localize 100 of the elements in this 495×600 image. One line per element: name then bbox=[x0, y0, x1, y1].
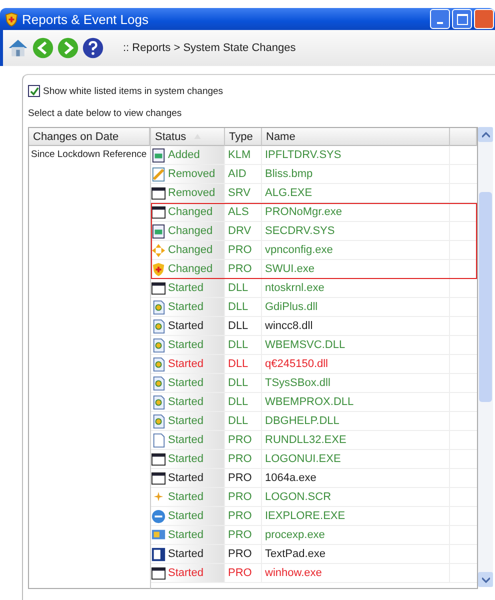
close-button[interactable] bbox=[474, 9, 494, 29]
type-cell: PRO bbox=[225, 564, 262, 582]
column-header[interactable]: Status bbox=[151, 128, 225, 146]
status-text: Removed bbox=[168, 187, 216, 199]
name-cell: IPFLTDRV.SYS bbox=[262, 146, 450, 164]
home-icon[interactable] bbox=[7, 37, 29, 59]
document-icon bbox=[151, 432, 166, 448]
name-cell: PRONoMgr.exe bbox=[262, 203, 450, 221]
window-icon bbox=[151, 204, 166, 220]
name-cell: WBEMPROX.DLL bbox=[262, 393, 450, 411]
window-icon bbox=[151, 186, 166, 200]
type-cell: PRO bbox=[225, 545, 262, 563]
type-cell: SRV bbox=[225, 184, 262, 202]
shield-icon bbox=[151, 262, 166, 276]
sort-arrow-icon bbox=[194, 134, 202, 139]
type-cell: DLL bbox=[225, 412, 262, 430]
shield-icon bbox=[5, 12, 18, 26]
maximize-button[interactable] bbox=[452, 9, 472, 29]
status-text: Started bbox=[168, 567, 204, 579]
status-text: Started bbox=[168, 510, 204, 522]
type-cell: PRO bbox=[225, 431, 262, 449]
window-icon bbox=[151, 452, 166, 466]
paint-icon bbox=[151, 166, 166, 182]
type-cell: PRO bbox=[225, 469, 262, 487]
status-text: Started bbox=[168, 529, 204, 541]
window-icon bbox=[151, 470, 166, 486]
status-text: Changed bbox=[168, 206, 213, 218]
type-cell: PRO bbox=[225, 526, 262, 544]
name-cell: winhow.exe bbox=[262, 564, 450, 582]
status-text: Added bbox=[168, 149, 200, 161]
status-text: Started bbox=[168, 472, 204, 484]
status-text: Started bbox=[168, 453, 204, 465]
type-cell: ALS bbox=[225, 203, 262, 221]
type-cell: PRO bbox=[225, 450, 262, 468]
type-cell: PRO bbox=[225, 507, 262, 525]
type-cell: DLL bbox=[225, 317, 262, 335]
type-cell: DRV bbox=[225, 222, 262, 240]
window-title: Reports & Event Logs bbox=[22, 12, 150, 26]
type-cell: PRO bbox=[225, 260, 262, 278]
status-text: Started bbox=[168, 548, 204, 560]
type-cell: KLM bbox=[225, 146, 262, 164]
scrollbar[interactable] bbox=[478, 127, 493, 587]
status-text: Started bbox=[168, 358, 204, 370]
status-text: Started bbox=[168, 320, 204, 332]
status-text: Changed bbox=[168, 263, 213, 275]
minimize-button[interactable] bbox=[430, 9, 450, 29]
arrows-icon bbox=[151, 242, 166, 258]
name-cell: q€245150.dll bbox=[262, 355, 450, 373]
name-cell: LOGONUI.EXE bbox=[262, 450, 450, 468]
name-cell: TextPad.exe bbox=[262, 545, 450, 563]
window-icon bbox=[151, 566, 166, 580]
status-text: Changed bbox=[168, 225, 213, 237]
status-text: Started bbox=[168, 434, 204, 446]
name-cell: IEXPLORE.EXE bbox=[262, 507, 450, 525]
back-icon[interactable] bbox=[32, 37, 54, 59]
status-text: Started bbox=[168, 415, 204, 427]
type-cell: DLL bbox=[225, 279, 262, 297]
type-cell: PRO bbox=[225, 488, 262, 506]
name-cell: Bliss.bmp bbox=[262, 165, 450, 183]
scroll-down-button[interactable] bbox=[478, 572, 493, 587]
type-cell: DLL bbox=[225, 336, 262, 354]
name-cell: WBEMSVC.DLL bbox=[262, 336, 450, 354]
status-text: Started bbox=[168, 282, 204, 294]
name-cell: procexp.exe bbox=[262, 526, 450, 544]
name-cell: SWUI.exe bbox=[262, 260, 450, 278]
date-item[interactable]: Since Lockdown Reference bbox=[29, 146, 150, 163]
column-header[interactable]: Changes on Date bbox=[29, 128, 150, 146]
status-text: Started bbox=[168, 301, 204, 313]
type-cell: DLL bbox=[225, 393, 262, 411]
name-cell: SECDRV.SYS bbox=[262, 222, 450, 240]
status-text: Started bbox=[168, 491, 204, 503]
type-cell: DLL bbox=[225, 355, 262, 373]
name-cell: LOGON.SCR bbox=[262, 488, 450, 506]
type-cell: DLL bbox=[225, 298, 262, 316]
instruction-text: Select a date below to view changes bbox=[28, 108, 183, 119]
status-text: Removed bbox=[168, 168, 216, 180]
status-text: Started bbox=[168, 377, 204, 389]
monitor-icon bbox=[151, 528, 166, 542]
type-cell: AID bbox=[225, 165, 262, 183]
scroll-thumb[interactable] bbox=[479, 192, 492, 402]
column-header[interactable]: Name bbox=[262, 128, 450, 146]
checkbox[interactable] bbox=[28, 85, 40, 97]
window-icon bbox=[151, 280, 166, 296]
breadcrumb: :: Reports > System State Changes bbox=[123, 42, 296, 54]
name-cell: ntoskrnl.exe bbox=[262, 279, 450, 297]
column-header[interactable]: Type bbox=[225, 128, 262, 146]
name-cell: wincc8.dll bbox=[262, 317, 450, 335]
name-cell: GdiPlus.dll bbox=[262, 298, 450, 316]
name-cell: DBGHELP.DLL bbox=[262, 412, 450, 430]
help-icon[interactable] bbox=[82, 37, 104, 59]
status-text: Started bbox=[168, 339, 204, 351]
name-cell: RUNDLL32.EXE bbox=[262, 431, 450, 449]
type-cell: DLL bbox=[225, 374, 262, 392]
type-cell: PRO bbox=[225, 241, 262, 259]
name-cell: 1064a.exe bbox=[262, 469, 450, 487]
status-text: Started bbox=[168, 396, 204, 408]
scroll-up-button[interactable] bbox=[478, 127, 493, 142]
name-cell: vpnconfig.exe bbox=[262, 241, 450, 259]
name-cell: TSysSBox.dll bbox=[262, 374, 450, 392]
checkbox-label: Show white listed items in system changes bbox=[43, 86, 224, 96]
